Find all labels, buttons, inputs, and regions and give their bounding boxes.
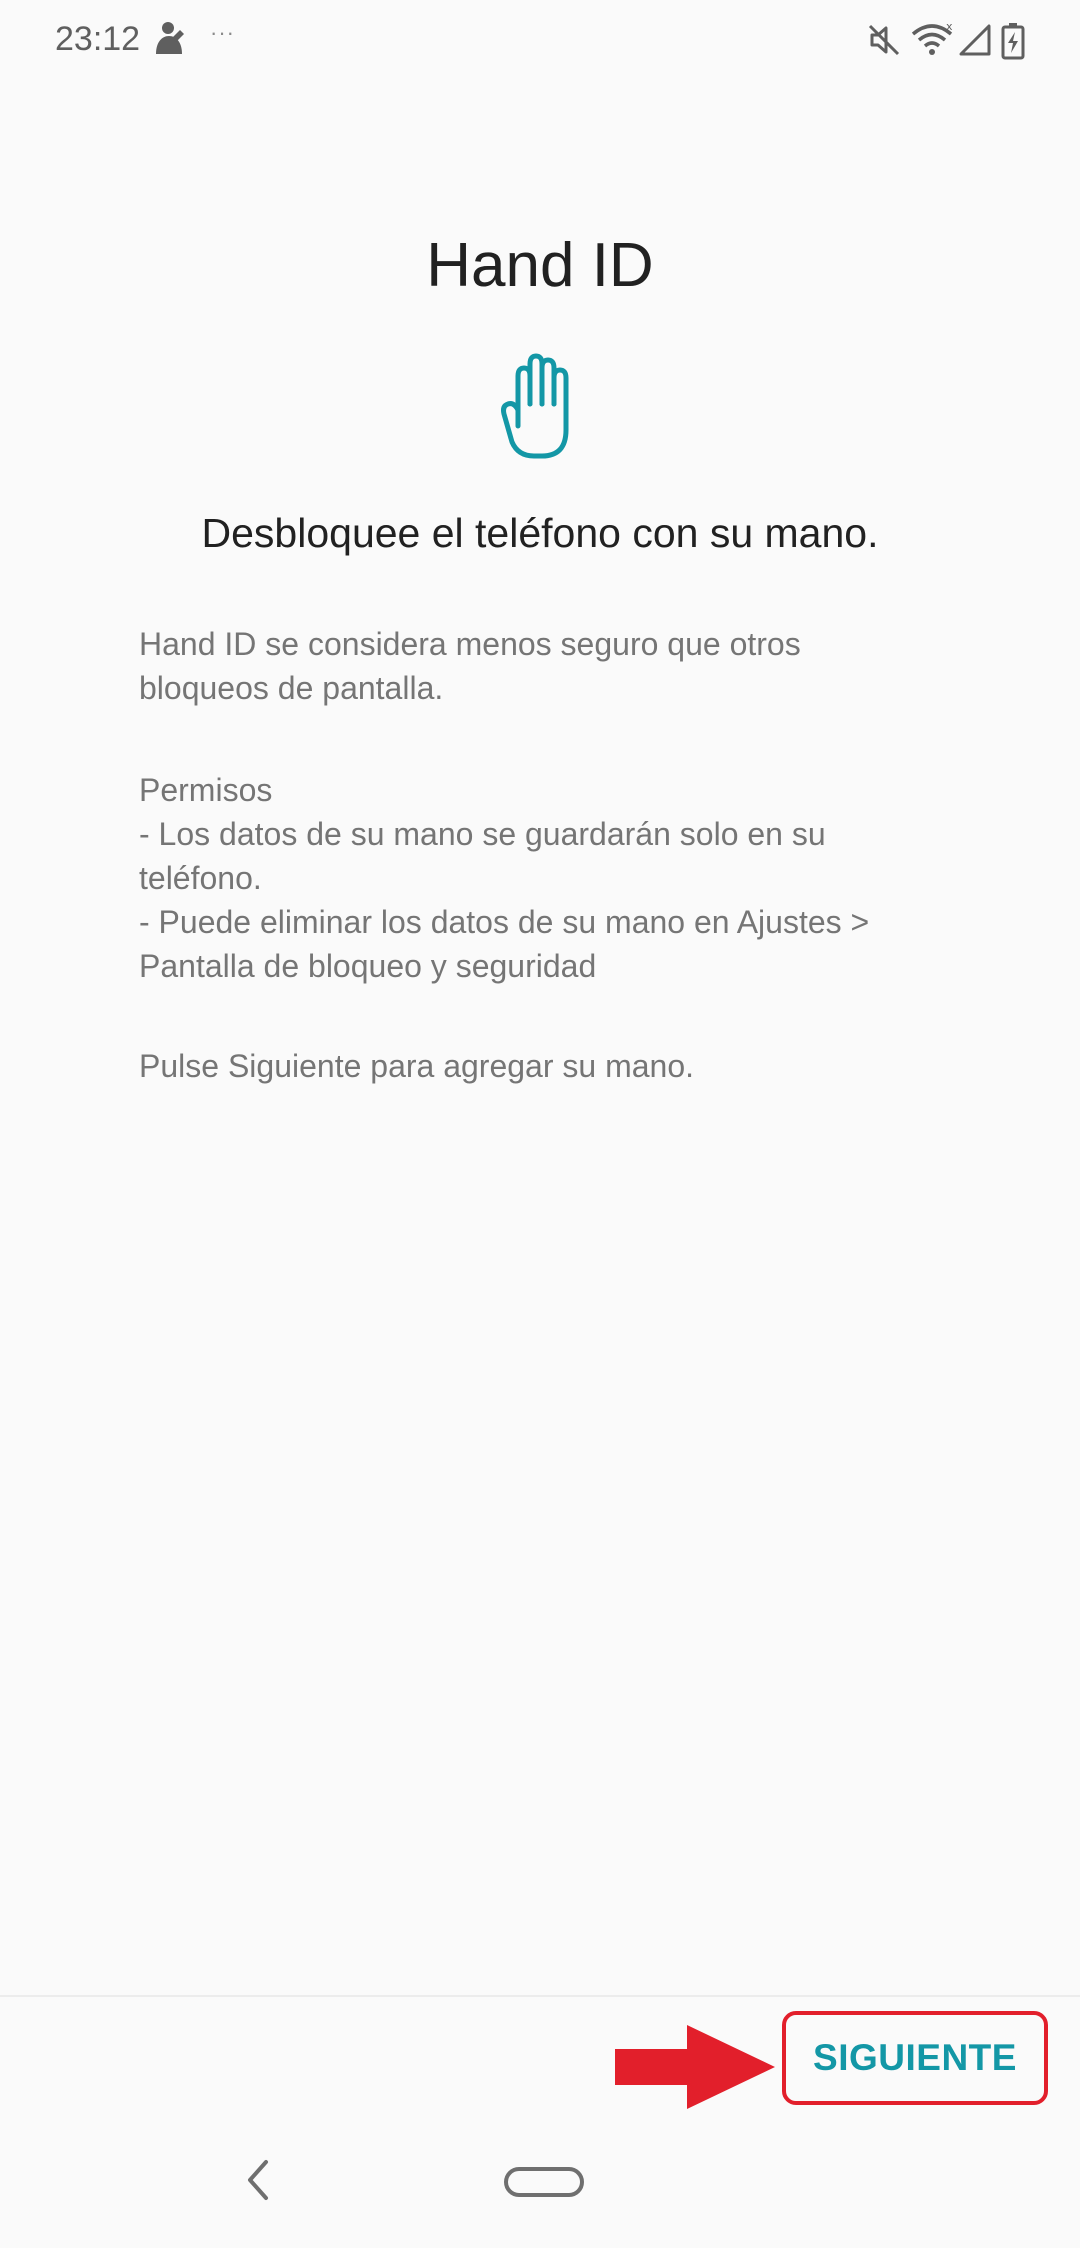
security-notice: Hand ID se considera menos seguro que ot… [139, 622, 939, 710]
annotation-arrow-icon [615, 2025, 775, 2114]
more-notifications-indicator: ··· [210, 20, 235, 45]
person-icon [152, 20, 186, 63]
hand-icon [500, 352, 580, 467]
back-chevron-icon[interactable] [240, 2156, 276, 2209]
security-notice-line-2: bloqueos de pantalla. [139, 670, 444, 706]
instruction-text: Pulse Siguiente para agregar su mano. [139, 1048, 695, 1084]
next-button[interactable]: SIGUIENTE [782, 2011, 1048, 2105]
home-pill-icon[interactable] [503, 2166, 585, 2205]
footer-divider [0, 1995, 1080, 1997]
permission-item-2-line-2: Pantalla de bloqueo y seguridad [139, 948, 597, 984]
svg-text:x: x [946, 22, 953, 33]
cell-signal-icon [958, 22, 992, 63]
wifi-icon: x [910, 20, 954, 63]
status-bar: 23:12 ··· x [0, 0, 1080, 84]
permissions-title: Permisos [139, 772, 273, 808]
permission-item-1-line-1: - Los datos de su mano se guardarán solo… [139, 816, 826, 852]
security-notice-line-1: Hand ID se considera menos seguro que ot… [139, 626, 801, 662]
mute-icon [866, 22, 902, 63]
permission-item-1-line-2: teléfono. [139, 860, 262, 896]
battery-charging-icon [1000, 22, 1026, 65]
page-subtitle: Desbloquee el teléfono con su mano. [201, 510, 879, 556]
permission-item-2-line-1: - Puede eliminar los datos de su mano en… [139, 904, 870, 940]
status-time: 23:12 [55, 20, 141, 58]
page-title: Hand ID [426, 231, 654, 300]
permissions-section: Permisos - Los datos de su mano se guard… [139, 768, 939, 988]
